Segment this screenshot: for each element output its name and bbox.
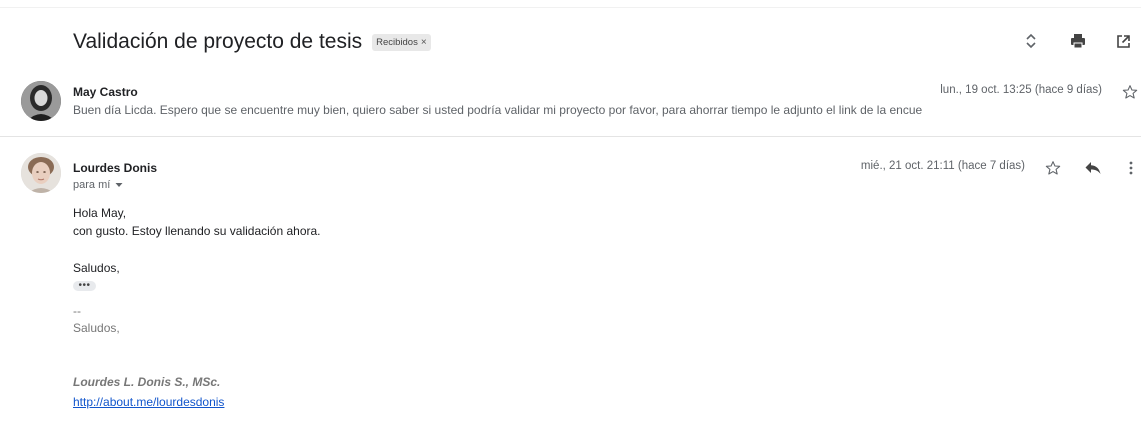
message-snippet: Buen día Licda. Espero que se encuentre … xyxy=(73,103,923,117)
body-line: con gusto. Estoy llenando su validación … xyxy=(73,224,321,238)
message-date: lun., 19 oct. 13:25 (hace 9 días) xyxy=(940,84,1102,96)
open-in-new-window-icon[interactable] xyxy=(1113,31,1133,51)
body-line: Saludos, xyxy=(73,261,120,275)
recipient-details-toggle[interactable]: para mí xyxy=(73,179,123,191)
signature-link[interactable]: http://about.me/lourdesdonis xyxy=(73,395,224,409)
signature-name: Lourdes L. Donis S., MSc. xyxy=(73,375,221,389)
remove-label-button[interactable]: × xyxy=(421,37,427,48)
print-icon[interactable] xyxy=(1068,31,1088,51)
show-trimmed-content-button[interactable]: ••• xyxy=(73,281,96,291)
star-icon[interactable] xyxy=(1120,82,1140,102)
top-bar xyxy=(0,0,1141,8)
star-icon[interactable] xyxy=(1043,158,1063,178)
signature-greeting: Saludos, xyxy=(73,321,120,335)
body-line: Hola May, xyxy=(73,206,127,220)
label-chip-inbox[interactable]: Recibidos × xyxy=(372,33,431,51)
more-options-icon[interactable] xyxy=(1121,158,1141,178)
signature-separator: -- xyxy=(73,304,81,318)
chevron-down-icon xyxy=(115,179,123,191)
label-chip-text: Recibidos xyxy=(376,36,418,48)
avatar xyxy=(21,153,61,193)
recipient-label: para mí xyxy=(73,179,111,191)
message-date: mié., 21 oct. 21:11 (hace 7 días) xyxy=(860,160,1025,172)
thread-subject: Validación de proyecto de tesis xyxy=(73,30,363,53)
thread-toolbar xyxy=(1021,31,1141,51)
message-collapsed[interactable]: May Castro Buen día Licda. Espero que se… xyxy=(0,72,1141,137)
thread-header: Validación de proyecto de tesis Recibido… xyxy=(73,28,431,56)
reply-icon[interactable] xyxy=(1083,158,1103,178)
avatar xyxy=(21,81,61,121)
expand-collapse-icon[interactable] xyxy=(1021,31,1041,51)
sender-name: May Castro xyxy=(73,85,138,99)
sender-name: Lourdes Donis xyxy=(73,161,158,175)
